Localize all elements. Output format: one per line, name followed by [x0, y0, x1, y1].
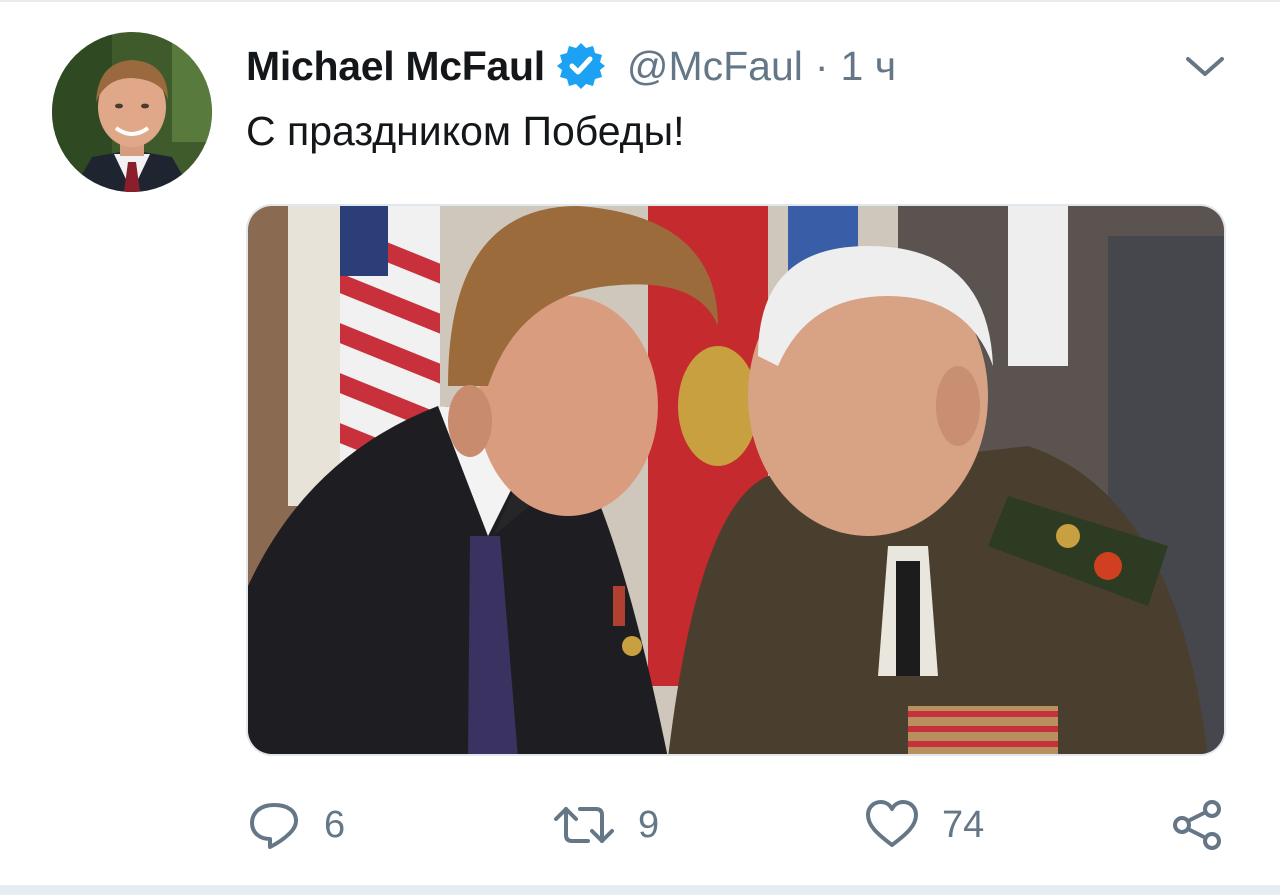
- retweet-icon: [554, 807, 614, 843]
- tweet-photo: [248, 206, 1224, 754]
- tweet-actions: 6 9 74: [0, 790, 1280, 860]
- author-handle[interactable]: @McFaul: [627, 43, 803, 90]
- avatar[interactable]: [52, 32, 212, 192]
- tweet-timestamp[interactable]: 1 ч: [841, 43, 897, 90]
- tweet-text: С праздником Победы!: [246, 108, 685, 154]
- reply-icon: [250, 803, 298, 849]
- share-icon: [1173, 800, 1221, 850]
- share-button[interactable]: [1170, 790, 1226, 860]
- tweet-header: Michael McFaul @McFaul · 1 ч: [246, 36, 896, 96]
- reply-button[interactable]: 6: [246, 790, 345, 860]
- meta-separator: ·: [814, 42, 829, 89]
- retweet-count: 9: [638, 803, 660, 846]
- retweet-button[interactable]: 9: [552, 790, 659, 860]
- tweet-media[interactable]: [246, 204, 1226, 756]
- heart-icon: [866, 800, 918, 847]
- reply-count: 6: [324, 803, 346, 846]
- like-count: 74: [942, 803, 985, 846]
- avatar-photo: [52, 32, 212, 192]
- like-button[interactable]: 74: [864, 790, 984, 860]
- top-divider: [0, 0, 1280, 2]
- tweet-menu-button[interactable]: [1182, 50, 1228, 84]
- verified-badge-icon: [555, 40, 607, 92]
- author-name[interactable]: Michael McFaul: [246, 43, 545, 90]
- chevron-down-icon: [1186, 57, 1224, 76]
- bottom-divider: [0, 885, 1280, 895]
